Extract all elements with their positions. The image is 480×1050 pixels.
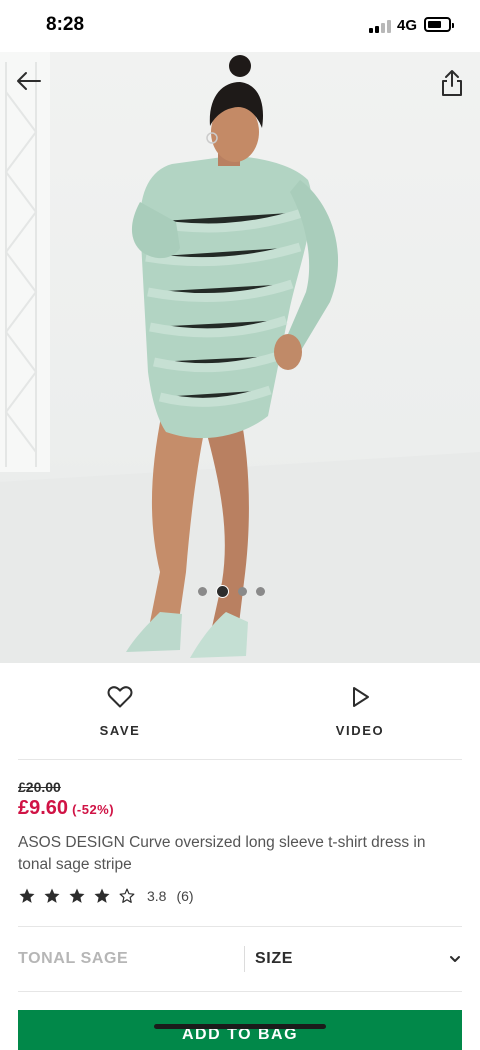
save-label: SAVE (99, 723, 141, 738)
divider (18, 759, 462, 760)
divider (18, 991, 462, 992)
network-type: 4G (397, 17, 418, 34)
variant-selectors: TONAL SAGE SIZE (18, 942, 462, 976)
star-filled-icon (19, 888, 35, 903)
play-icon (353, 687, 369, 707)
share-button[interactable] (438, 68, 466, 98)
star-filled-icon (94, 888, 110, 903)
star-filled-icon (44, 888, 60, 903)
colour-label: TONAL SAGE (18, 950, 129, 967)
product-image[interactable] (0, 52, 480, 663)
carousel-indicator (198, 584, 265, 598)
rating-count: (6) (176, 888, 194, 904)
product-title: ASOS DESIGN Curve oversized long sleeve … (18, 834, 426, 873)
back-button[interactable] (14, 66, 44, 96)
divider (18, 926, 462, 927)
home-indicator[interactable] (154, 1024, 326, 1029)
star-filled-icon (69, 888, 85, 903)
battery-icon (424, 17, 454, 32)
status-bar: 8:28 4G (0, 0, 480, 52)
carousel-dot[interactable] (198, 586, 207, 596)
arrow-left-icon (17, 72, 41, 90)
chevron-down-icon (450, 956, 460, 962)
carousel-dot[interactable] (238, 586, 247, 596)
save-button[interactable]: SAVE (0, 663, 240, 759)
current-price-row: £9.60 (-52%) (18, 797, 114, 820)
star-outline-icon (119, 888, 135, 903)
was-price: £20.00 (18, 779, 61, 795)
share-icon (442, 70, 462, 96)
add-to-bag-button[interactable]: ADD TO BAG (18, 1010, 462, 1050)
video-label: VIDEO (335, 723, 385, 738)
heart-icon (107, 686, 133, 708)
product-rating[interactable]: 3.8 (6) (18, 885, 194, 907)
rating-value: 3.8 (147, 888, 167, 904)
carousel-dot-active[interactable] (216, 584, 229, 598)
product-photo-illustration (0, 52, 480, 663)
current-price: £9.60 (18, 797, 69, 819)
signal-icon (369, 20, 393, 33)
size-label: SIZE (255, 950, 293, 967)
product-actions: SAVE VIDEO (0, 663, 480, 759)
status-time: 8:28 (46, 14, 85, 35)
discount-badge: (-52%) (72, 802, 115, 817)
carousel-dot[interactable] (256, 586, 265, 596)
size-select[interactable]: SIZE (245, 950, 462, 968)
video-button[interactable]: VIDEO (240, 663, 480, 759)
